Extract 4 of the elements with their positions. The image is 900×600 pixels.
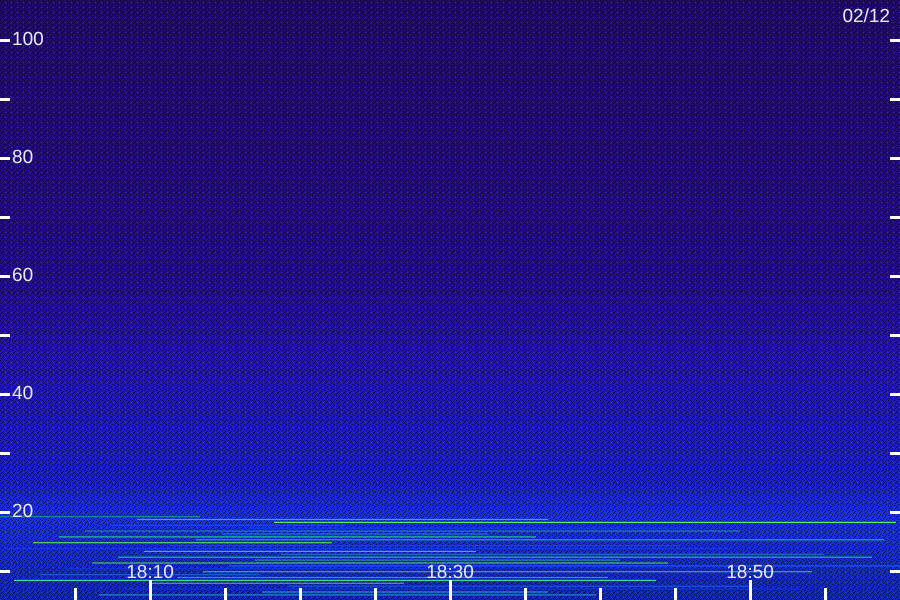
date-label: 02/12 <box>842 7 890 26</box>
y-axis-label: 80 <box>12 148 34 167</box>
y-axis-label: 60 <box>12 266 34 285</box>
y-axis-label: 100 <box>12 30 44 49</box>
